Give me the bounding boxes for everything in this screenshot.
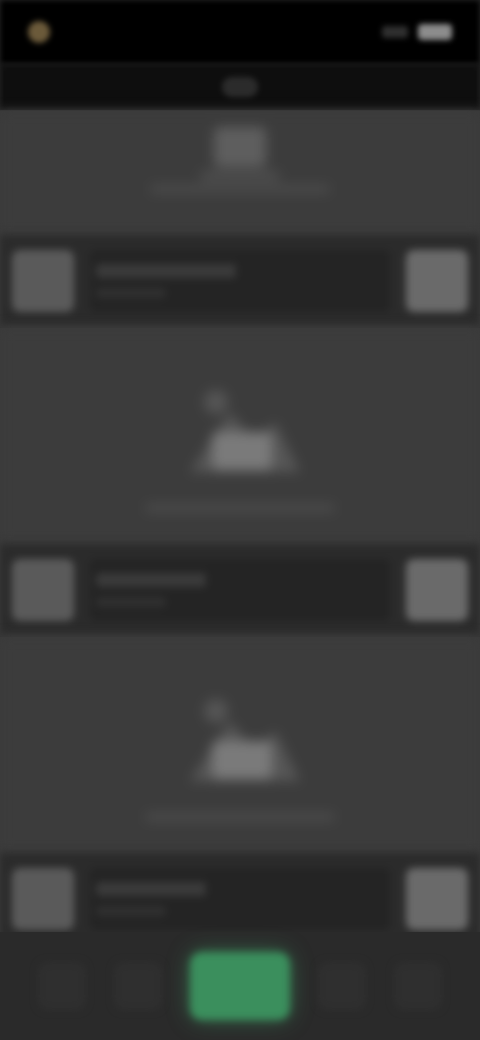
status-right: [382, 24, 452, 40]
search-icon[interactable]: [114, 962, 162, 1010]
bottom-nav: [0, 932, 480, 1040]
media-caption: [145, 813, 335, 821]
thumbnail-icon[interactable]: [12, 250, 74, 312]
card-footer: [0, 544, 480, 636]
signal-icon: [382, 26, 408, 38]
card-meta[interactable]: [90, 559, 390, 621]
profile-icon[interactable]: [394, 962, 442, 1010]
card-footer: [0, 235, 480, 327]
card-subtitle: [96, 288, 166, 298]
app-screen: [0, 0, 480, 1040]
action-icon[interactable]: [406, 868, 468, 930]
feed-card[interactable]: [0, 110, 480, 327]
media-caption: [145, 504, 335, 512]
home-icon[interactable]: [38, 962, 86, 1010]
library-icon[interactable]: [318, 962, 366, 1010]
thumbnail-icon[interactable]: [12, 559, 74, 621]
status-bar: [0, 0, 480, 64]
card-title: [96, 882, 206, 896]
feed: [0, 110, 480, 945]
card-title: [96, 264, 236, 278]
feed-card[interactable]: [0, 636, 480, 945]
app-logo-icon[interactable]: [222, 77, 258, 97]
thumbnail-icon[interactable]: [12, 868, 74, 930]
card-meta[interactable]: [90, 250, 390, 312]
app-header: [0, 64, 480, 110]
image-placeholder-icon: [190, 390, 300, 472]
card-media[interactable]: [0, 637, 480, 853]
action-icon[interactable]: [406, 250, 468, 312]
status-left: [28, 21, 60, 43]
feed-card[interactable]: [0, 327, 480, 636]
image-placeholder-icon: [190, 699, 300, 781]
card-meta[interactable]: [90, 868, 390, 930]
image-placeholder-icon: [200, 127, 280, 181]
card-media[interactable]: [0, 111, 480, 235]
action-icon[interactable]: [406, 559, 468, 621]
create-icon[interactable]: [190, 952, 290, 1020]
media-caption: [150, 185, 330, 193]
battery-icon: [418, 24, 452, 40]
app-indicator-icon: [28, 21, 50, 43]
card-subtitle: [96, 597, 166, 607]
card-subtitle: [96, 906, 166, 916]
card-title: [96, 573, 206, 587]
card-media[interactable]: [0, 328, 480, 544]
